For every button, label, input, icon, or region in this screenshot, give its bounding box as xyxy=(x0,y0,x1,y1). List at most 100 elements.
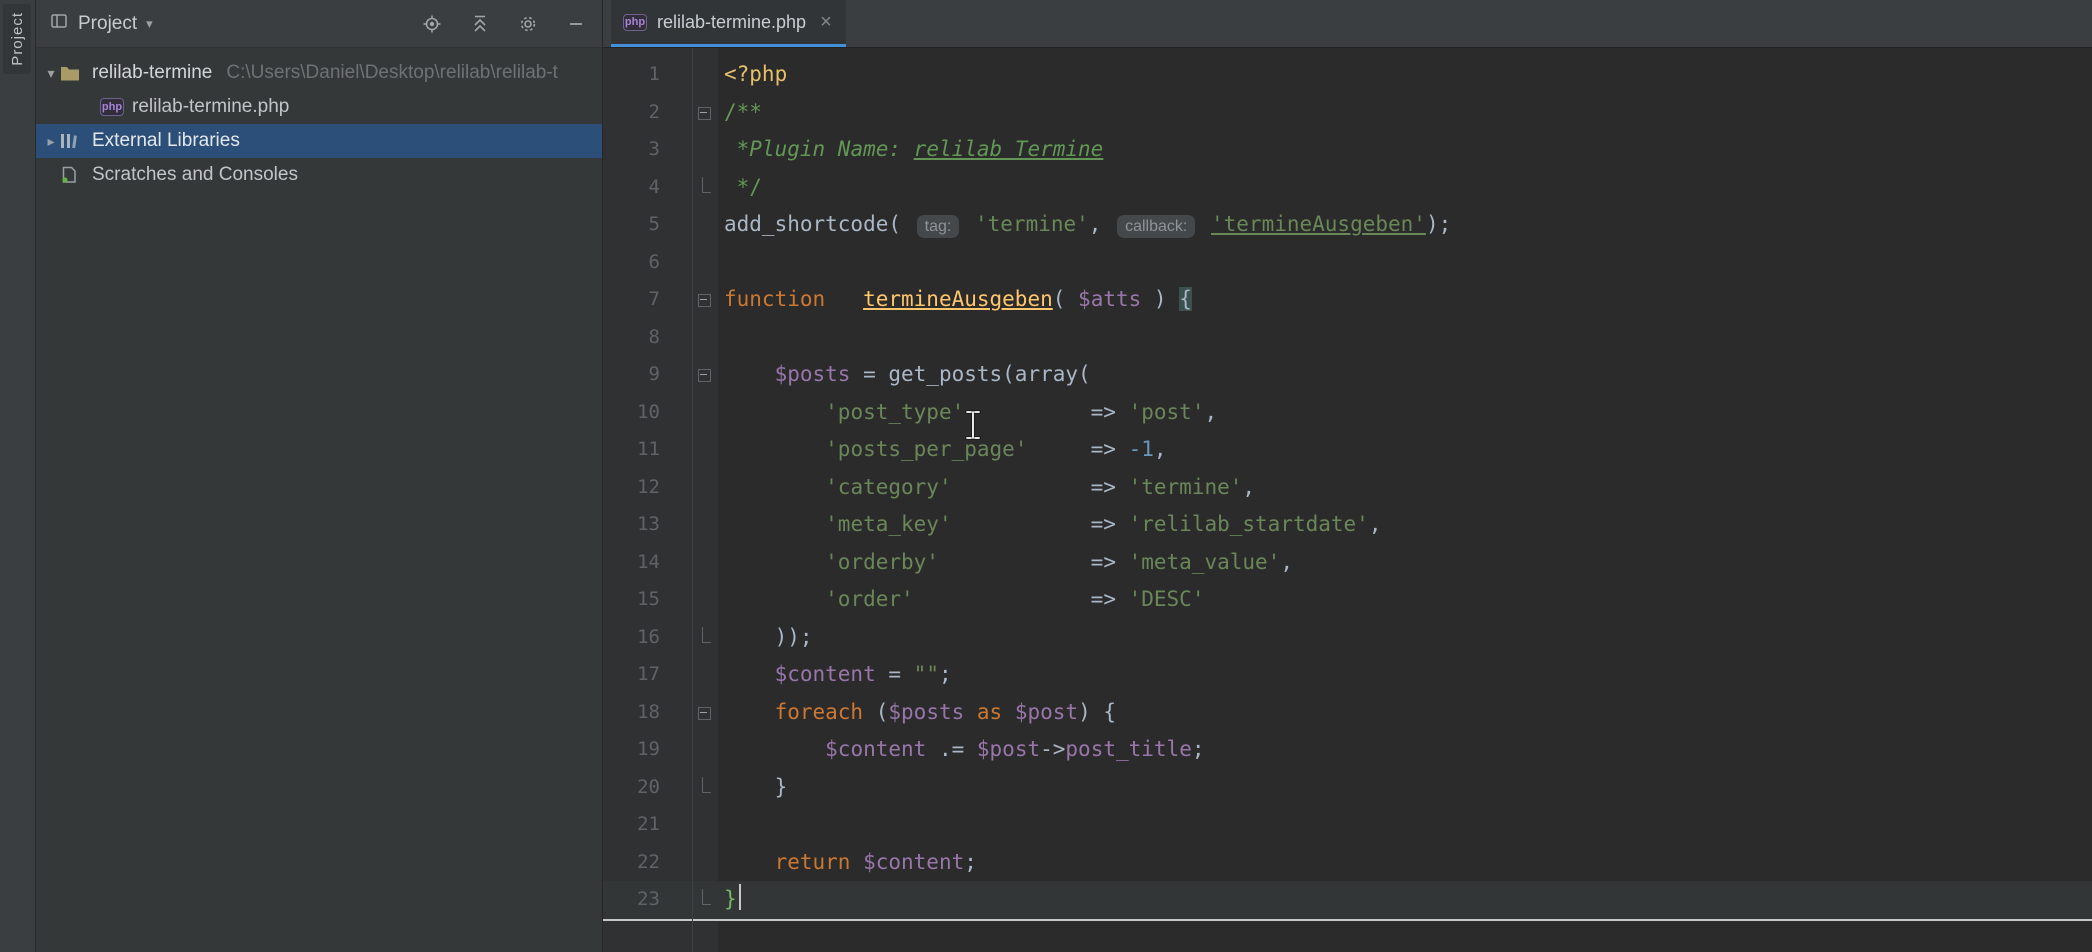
code-text[interactable]: $content = ""; xyxy=(718,656,952,694)
fold-marker[interactable] xyxy=(692,356,718,394)
line-number[interactable]: 4 xyxy=(603,169,692,207)
code-token xyxy=(1198,212,1211,236)
code-text[interactable]: return $content; xyxy=(718,844,977,882)
fold-marker[interactable] xyxy=(692,694,718,732)
code-line[interactable]: 9 $posts = get_posts(array( xyxy=(603,356,2092,394)
line-number[interactable]: 22 xyxy=(603,844,692,882)
line-number[interactable]: 18 xyxy=(603,694,692,732)
hide-panel-icon[interactable] xyxy=(564,12,588,36)
code-token: foreach xyxy=(775,700,864,724)
code-text[interactable]: 'category' => 'termine', xyxy=(718,469,1255,507)
caret-row-rule xyxy=(603,919,2092,921)
line-number[interactable]: 23 xyxy=(603,881,692,919)
code-text[interactable]: )); xyxy=(718,619,813,657)
line-number[interactable]: 8 xyxy=(603,319,692,357)
chevron-down-icon[interactable]: ▾ xyxy=(42,65,60,82)
line-number[interactable]: 1 xyxy=(603,56,692,94)
editor-column: php relilab-termine.php × 1<?php2/**3 *P… xyxy=(603,0,2092,952)
code-text[interactable] xyxy=(718,806,724,844)
close-icon[interactable]: × xyxy=(820,12,832,32)
fold-marker[interactable] xyxy=(692,94,718,132)
code-text[interactable]: function termineAusgeben( $atts ) { xyxy=(718,281,1192,319)
line-number[interactable]: 17 xyxy=(603,656,692,694)
line-number[interactable]: 19 xyxy=(603,731,692,769)
line-number[interactable]: 15 xyxy=(603,581,692,619)
fold-marker[interactable] xyxy=(692,281,718,319)
line-number[interactable]: 12 xyxy=(603,469,692,507)
code-line[interactable]: 15 'order' => 'DESC' xyxy=(603,581,2092,619)
line-number[interactable]: 10 xyxy=(603,394,692,432)
project-stripe-button[interactable]: Project xyxy=(3,4,31,74)
code-text[interactable]: 'orderby' => 'meta_value', xyxy=(718,544,1293,582)
line-number[interactable]: 11 xyxy=(603,431,692,469)
line-number[interactable]: 20 xyxy=(603,769,692,807)
line-number[interactable]: 14 xyxy=(603,544,692,582)
code-text[interactable]: 'posts_per_page' => -1, xyxy=(718,431,1167,469)
code-text[interactable]: *Plugin Name: relilab Termine xyxy=(718,131,1103,169)
code-token: 'relilab_startdate' xyxy=(1129,512,1369,536)
chevron-down-icon[interactable]: ▾ xyxy=(146,16,153,32)
code-line[interactable]: 11 'posts_per_page' => -1, xyxy=(603,431,2092,469)
line-number[interactable]: 9 xyxy=(603,356,692,394)
code-text[interactable]: 'meta_key' => 'relilab_startdate', xyxy=(718,506,1381,544)
code-line[interactable]: 13 'meta_key' => 'relilab_startdate', xyxy=(603,506,2092,544)
code-line[interactable]: 23} xyxy=(603,881,2092,919)
fold-marker[interactable] xyxy=(692,881,718,919)
tree-item-scratches[interactable]: Scratches and Consoles xyxy=(36,158,602,192)
code-text[interactable]: $posts = get_posts(array( xyxy=(718,356,1091,394)
code-line[interactable]: 19 $content .= $post->post_title; xyxy=(603,731,2092,769)
code-text[interactable]: } xyxy=(718,769,787,807)
fold-spacer xyxy=(692,469,718,507)
code-text[interactable]: } xyxy=(718,881,741,919)
code-text[interactable]: /** xyxy=(718,94,762,132)
code-line[interactable]: 17 $content = ""; xyxy=(603,656,2092,694)
line-number[interactable]: 5 xyxy=(603,206,692,244)
code-text[interactable]: */ xyxy=(718,169,762,207)
chevron-right-icon[interactable]: ▸ xyxy=(42,133,60,150)
line-number[interactable]: 2 xyxy=(603,94,692,132)
fold-marker[interactable] xyxy=(692,619,718,657)
collapse-all-icon[interactable] xyxy=(468,12,492,36)
code-line[interactable]: 1 <?php xyxy=(603,56,2092,94)
tab-relilab-termine-php[interactable]: php relilab-termine.php × xyxy=(611,0,846,47)
settings-gear-icon[interactable] xyxy=(516,12,540,36)
code-line[interactable]: 16 )); xyxy=(603,619,2092,657)
code-line[interactable]: 18 foreach ($posts as $post) { xyxy=(603,694,2092,732)
code-text[interactable] xyxy=(718,319,724,357)
line-number[interactable]: 16 xyxy=(603,619,692,657)
panel-title[interactable]: Project xyxy=(78,13,137,35)
code-text[interactable]: $content .= $post->post_title; xyxy=(718,731,1205,769)
code-text[interactable]: foreach ($posts as $post) { xyxy=(718,694,1116,732)
code-line[interactable]: 21 xyxy=(603,806,2092,844)
code-text[interactable]: 'order' => 'DESC' xyxy=(718,581,1204,619)
code-line[interactable]: 7 function termineAusgeben( $atts ) { xyxy=(603,281,2092,319)
code-line[interactable]: 5 add_shortcode( tag: 'termine', callback… xyxy=(603,206,2092,244)
code-editor[interactable]: 1<?php2/**3 *Plugin Name: relilab Termin… xyxy=(603,48,2092,952)
line-number[interactable]: 21 xyxy=(603,806,692,844)
locate-file-icon[interactable] xyxy=(420,12,444,36)
tree-item-php-file[interactable]: php relilab-termine.php xyxy=(36,90,602,124)
code-line[interactable]: 6 xyxy=(603,244,2092,282)
fold-marker[interactable] xyxy=(692,169,718,207)
code-line[interactable]: 3 *Plugin Name: relilab Termine xyxy=(603,131,2092,169)
line-number[interactable]: 13 xyxy=(603,506,692,544)
code-text[interactable]: <?php xyxy=(718,56,787,94)
code-line[interactable]: 22 return $content; xyxy=(603,844,2092,882)
tree-item-root-folder[interactable]: ▾ relilab-termine C:\Users\Daniel\Deskto… xyxy=(36,56,602,90)
tree-item-external-libraries[interactable]: ▸ External Libraries xyxy=(36,124,602,158)
code-line[interactable]: 8 xyxy=(603,319,2092,357)
code-line[interactable]: 10 'post_type' => 'post', xyxy=(603,394,2092,432)
fold-spacer xyxy=(692,319,718,357)
code-line[interactable]: 12 'category' => 'termine', xyxy=(603,469,2092,507)
code-line[interactable]: 14 'orderby' => 'meta_value', xyxy=(603,544,2092,582)
code-text[interactable] xyxy=(718,244,724,282)
line-number[interactable]: 3 xyxy=(603,131,692,169)
code-line[interactable]: 20 } xyxy=(603,769,2092,807)
code-line[interactable]: 2 /** xyxy=(603,94,2092,132)
line-number[interactable]: 7 xyxy=(603,281,692,319)
code-line[interactable]: 4 */ xyxy=(603,169,2092,207)
code-token: => xyxy=(939,550,1129,574)
line-number[interactable]: 6 xyxy=(603,244,692,282)
code-text[interactable]: add_shortcode( tag: 'termine', callback:… xyxy=(718,206,1451,244)
fold-marker[interactable] xyxy=(692,769,718,807)
